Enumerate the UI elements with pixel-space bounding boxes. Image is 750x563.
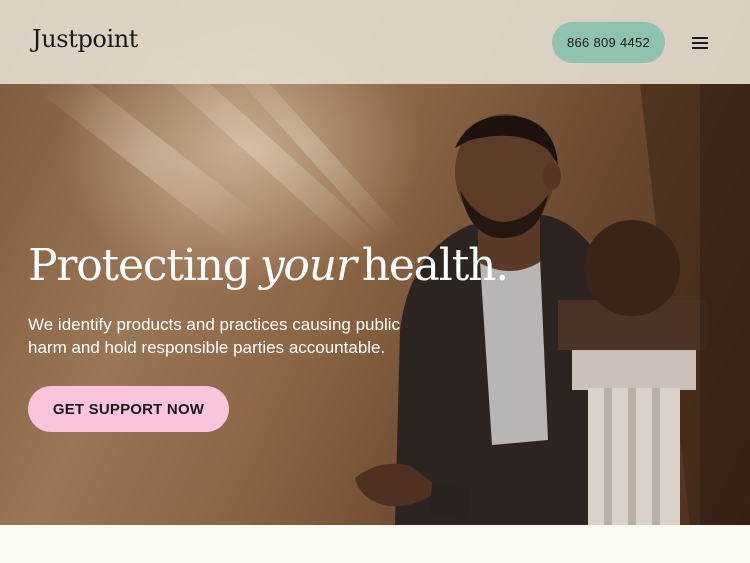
brand-logo[interactable]: Justpoint bbox=[32, 25, 138, 53]
phone-call-button[interactable]: 866 809 4452 bbox=[552, 22, 665, 63]
hero-subtext: We identify products and practices causi… bbox=[28, 315, 400, 357]
hero-headline: Protecting your health. bbox=[28, 240, 509, 291]
get-support-button[interactable]: GET SUPPORT NOW bbox=[28, 386, 229, 432]
site-header: Justpoint 866 809 4452 bbox=[0, 0, 750, 84]
content-below-hero bbox=[0, 525, 750, 563]
headline-emphasis: your bbox=[259, 240, 357, 291]
hamburger-menu-icon[interactable] bbox=[686, 29, 714, 57]
headline-start: Protecting bbox=[28, 240, 251, 291]
headline-end: health. bbox=[361, 240, 509, 291]
